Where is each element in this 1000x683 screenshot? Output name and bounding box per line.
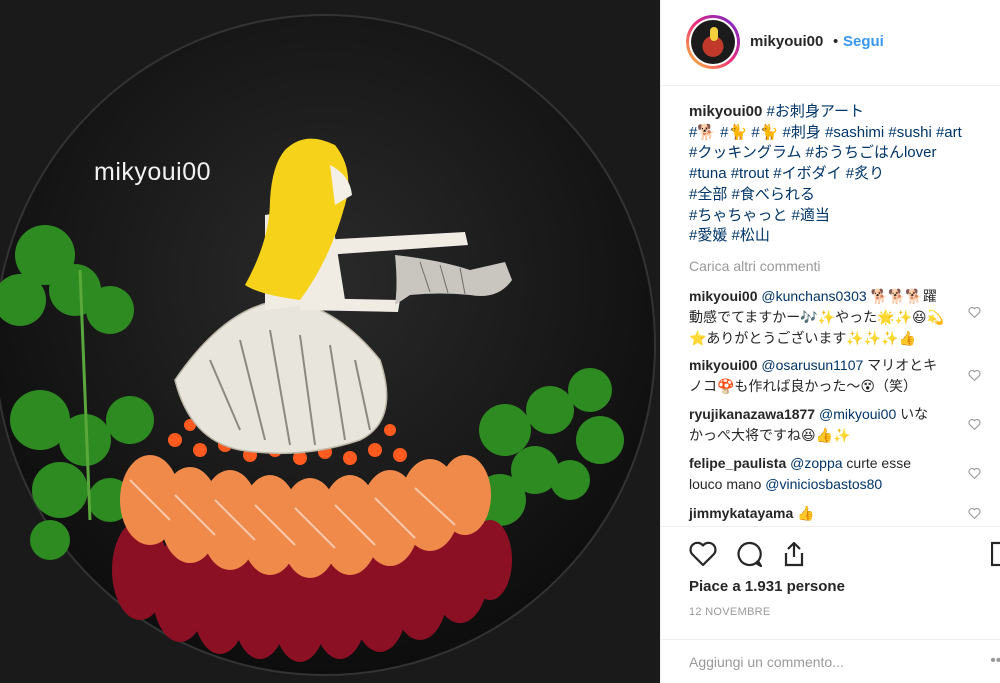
hashtag-line[interactable]: #ちゃちゃっと #適当 — [689, 207, 830, 224]
comment-username[interactable]: jimmykatayama — [689, 505, 793, 521]
comment-text: curte esse — [842, 455, 911, 471]
header-username[interactable]: mikyoui00 — [750, 33, 823, 50]
comments-section[interactable]: mikyoui00 #お刺身アート #🐕 #🐈 #🐈 #刺身 #sashimi … — [661, 86, 1000, 526]
comment-item: mikyoui00 @osarusun1107 マリオとキ ノコ🍄も作れば良かっ… — [689, 355, 981, 397]
post-photo[interactable]: mikyoui00 — [0, 0, 660, 683]
post-sidebar: mikyoui00 • Segui mikyoui00 #お刺身アート #🐕 #… — [660, 0, 1000, 683]
comment-text: いな — [896, 406, 929, 422]
like-comment-heart-icon[interactable] — [968, 507, 981, 519]
share-icon[interactable] — [779, 539, 809, 569]
comment-username[interactable]: ryujikanazawa1877 — [689, 406, 815, 422]
post-date: 12 NOVEMBRE — [689, 606, 771, 618]
post-actions: Piace a 1.931 persone 12 NOVEMBRE ••• — [661, 526, 1000, 683]
comment-input[interactable] — [689, 650, 969, 674]
comment-text: マリオとキ — [863, 357, 938, 373]
comment-item: ryujikanazawa1877 @mikyoui00 いな かっぺ大将ですね… — [689, 404, 981, 446]
comment-text: 👍 — [793, 505, 815, 521]
like-comment-heart-icon[interactable] — [968, 369, 981, 381]
like-heart-icon[interactable] — [688, 539, 718, 569]
comment-item: felipe_paulista @zoppa curte esse louco … — [689, 453, 981, 495]
likes-count[interactable]: Piace a 1.931 persone — [689, 578, 845, 595]
post-header: mikyoui00 • Segui — [661, 0, 1000, 86]
hashtag-line[interactable]: #🐕 #🐈 #🐈 #刺身 #sashimi #sushi #art — [689, 124, 962, 141]
hashtag-line[interactable]: #全部 #食べられる — [689, 186, 815, 203]
comment-text: かっぺ大将ですね😆👍✨ — [689, 427, 851, 443]
like-comment-heart-icon[interactable] — [968, 418, 981, 430]
comment-text: ⭐ありがとうございます✨✨✨👍 — [689, 330, 917, 346]
comment-text: ノコ🍄も作れば良かった〜😵（笑） — [689, 378, 918, 394]
comment-mention[interactable]: @viniciosbastos80 — [765, 476, 882, 492]
load-more-comments[interactable]: Carica altri commenti — [689, 258, 820, 274]
caption-username[interactable]: mikyoui00 — [689, 103, 762, 120]
hashtag-line[interactable]: #お刺身アート — [767, 103, 864, 120]
comment-username[interactable]: felipe_paulista — [689, 455, 786, 471]
follow-button[interactable]: Segui — [843, 33, 884, 50]
comment-text: 動感でてますかー🎶✨やった🌟✨😆💫 — [689, 309, 945, 325]
hashtag-line[interactable]: #tuna #trout #イボダイ #炙り — [689, 165, 884, 182]
comment-item: jimmykatayama 👍 — [689, 503, 981, 524]
like-comment-heart-icon[interactable] — [968, 467, 981, 479]
comment-mention[interactable]: @zoppa — [790, 455, 842, 471]
comment-username[interactable]: mikyoui00 — [689, 357, 757, 373]
sashimi-art-illustration — [0, 0, 660, 683]
like-comment-heart-icon[interactable] — [968, 306, 981, 318]
comment-mention[interactable]: @kunchans0303 — [761, 288, 866, 304]
photo-watermark: mikyoui00 — [94, 158, 212, 186]
comment-mention[interactable]: @osarusun1107 — [761, 357, 863, 373]
post-caption: mikyoui00 #お刺身アート #🐕 #🐈 #🐈 #刺身 #sashimi … — [689, 102, 989, 247]
comment-username[interactable]: mikyoui00 — [689, 288, 757, 304]
header-separator: • — [833, 33, 839, 50]
hashtag-line[interactable]: #クッキングラム #おうちごはんlover — [689, 144, 936, 161]
comment-bubble-icon[interactable] — [734, 539, 764, 569]
add-comment-bar: ••• — [661, 639, 1000, 683]
comment-text: louco mano — [689, 476, 766, 492]
bookmark-icon[interactable] — [991, 539, 1000, 569]
comment-text: 🐕🐕🐕躍 — [866, 288, 937, 304]
avatar[interactable] — [686, 15, 740, 69]
comment-item: mikyoui00 @kunchans0303 🐕🐕🐕躍 動感でてますかー🎶✨や… — [689, 286, 981, 349]
more-options-icon[interactable]: ••• — [990, 652, 1000, 670]
hashtag-line[interactable]: #愛媛 #松山 — [689, 227, 770, 244]
comment-mention[interactable]: @mikyoui00 — [819, 406, 896, 422]
